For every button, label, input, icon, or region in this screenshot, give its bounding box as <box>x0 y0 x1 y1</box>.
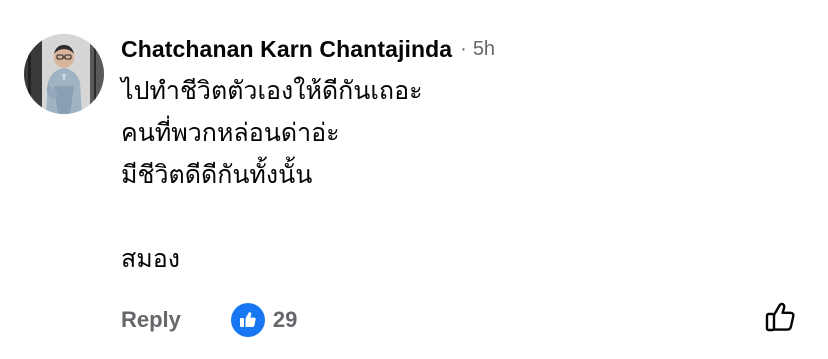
timestamp[interactable]: 5h <box>473 38 495 61</box>
reply-button[interactable]: Reply <box>121 307 181 333</box>
comment-line: ไปทำชีวิตตัวเองให้ดีกันเถอะ <box>121 76 423 105</box>
reaction-summary[interactable]: 29 <box>230 303 298 337</box>
like-button[interactable] <box>762 300 800 338</box>
thumbs-up-icon <box>230 303 265 337</box>
comment-line: คนที่พวกหล่อนด่าอ่ะ <box>121 118 340 147</box>
reaction-count: 29 <box>272 307 298 332</box>
comment: Chatchanan Karn Chantajinda · 5h ไปทำชีว… <box>0 0 828 359</box>
comment-line: สมอง <box>121 244 180 273</box>
comment-blank-line <box>121 196 801 238</box>
thumbs-up-outline-icon <box>764 300 798 339</box>
comment-body: ไปทำชีวิตตัวเองให้ดีกันเถอะ คนที่พวกหล่อ… <box>121 70 801 280</box>
comment-line: มีชีวิตดีดีกันทั้งนั้น <box>121 160 313 189</box>
comment-actions: Reply 29 <box>121 300 297 340</box>
comment-header: Chatchanan Karn Chantajinda · 5h <box>121 34 495 64</box>
avatar[interactable] <box>24 34 104 114</box>
meta-separator: · <box>460 37 467 60</box>
author-name[interactable]: Chatchanan Karn Chantajinda <box>121 36 452 63</box>
